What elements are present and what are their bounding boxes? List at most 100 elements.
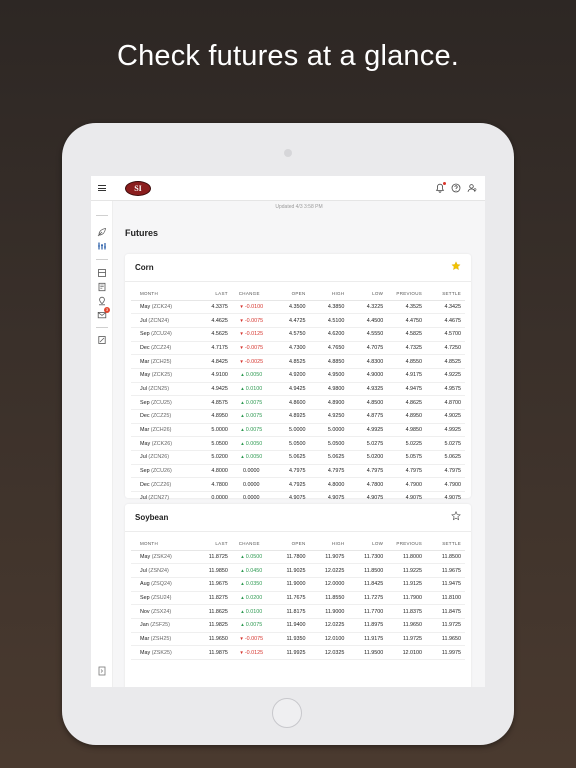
notifications-bell-icon[interactable]: [435, 182, 446, 193]
contract-code: (ZCN24): [148, 317, 170, 324]
last-value: 4.8950: [193, 409, 232, 424]
table-row[interactable]: Sep (ZCU25) 4.8575 ▲0.0075 4.8600 4.8900 4.85…: [131, 395, 465, 410]
open-value: 4.5750: [270, 327, 310, 342]
table-row[interactable]: Sep (ZCU26) 4.8000 0.0000 4.7975 4.7975 4.797…: [131, 464, 465, 479]
contract-month: Jan (ZSF25): [131, 618, 193, 633]
column-header[interactable]: HIGH: [309, 287, 349, 301]
last-value: 4.8000: [193, 464, 232, 479]
table-header-row: MONTH LAST CHANGE OPEN HIGH LOW PREVIOUS SETTLE: [131, 287, 465, 301]
change-value: ▼-0.0075: [231, 341, 271, 356]
table-row[interactable]: Jul (ZCN26) 5.0200 ▲0.0050 5.0625 5.0625 5.02…: [131, 450, 465, 465]
up-arrow-icon: ▲: [240, 622, 245, 628]
corn-futures-table: MONTH LAST CHANGE OPEN HIGH LOW PREVIOUS SETTLE…: [131, 287, 465, 520]
table-row[interactable]: Jul (ZSN24) 11.9850 ▲0.0450 11.9025 12.0225 1…: [131, 563, 465, 578]
last-value: 5.0500: [193, 436, 232, 452]
table-row[interactable]: Mar (ZCH25) 4.8425 ▼-0.0025 4.8525 4.8850 4.8…: [131, 354, 465, 369]
month-label: Sep: [140, 331, 150, 338]
table-row[interactable]: Dec (ZCZ24) 4.7175 ▼-0.0075 4.7300 4.7650 4.7…: [131, 341, 465, 356]
low-value: 11.7300: [348, 550, 388, 565]
sidebar-item-markets-leaf-icon[interactable]: [97, 227, 107, 237]
table-row[interactable]: May (ZSK25) 11.9875 ▼-0.0125 11.9925 12.0325…: [131, 645, 465, 660]
sidebar-collapse-icon[interactable]: [97, 666, 107, 676]
account-icon[interactable]: [467, 183, 477, 193]
previous-value: 11.7900: [387, 591, 427, 606]
contract-month: Sep (ZCU25): [131, 395, 193, 410]
change-number: 0.0050: [245, 454, 263, 461]
settle-value: 4.5700: [426, 327, 465, 342]
change-number: 0.0075: [245, 622, 263, 629]
table-row[interactable]: Sep (ZCU24) 4.5625 ▼-0.0125 4.5750 4.6200 4.5…: [131, 327, 465, 342]
table-row[interactable]: Dec (ZCZ26) 4.7800 0.0000 4.7925 4.8000 4.780…: [131, 477, 465, 493]
sidebar-item-book-icon[interactable]: [97, 282, 107, 292]
column-header[interactable]: OPEN: [270, 537, 310, 551]
settle-value: 5.0625: [426, 450, 465, 465]
last-value: 11.8725: [193, 550, 232, 565]
table-row[interactable]: Nov (ZSX24) 11.8625 ▲0.0100 11.8175 11.9000 1…: [131, 604, 465, 619]
contract-month: Sep (ZSU24): [131, 591, 193, 606]
table-row[interactable]: Jul (ZCN24) 4.4625 ▼-0.0075 4.4725 4.5100 4.4…: [131, 313, 465, 328]
sidebar-item-futures-chart-icon[interactable]: [97, 241, 107, 251]
table-row[interactable]: May (ZCK25) 4.9100 ▲0.0050 4.9200 4.9500 4.90…: [131, 368, 465, 383]
column-header[interactable]: MONTH: [131, 537, 193, 551]
sidebar-item-notes-icon[interactable]: [97, 335, 107, 345]
down-arrow-icon: ▼: [239, 358, 244, 364]
home-button[interactable]: [272, 698, 302, 728]
low-value: 4.4500: [348, 313, 388, 328]
column-header[interactable]: PREVIOUS: [387, 287, 427, 301]
favorite-star-outline-icon[interactable]: [451, 511, 461, 521]
column-header[interactable]: OPEN: [270, 287, 310, 301]
table-row[interactable]: Mar (ZSH25) 11.9650 ▼-0.0075 11.9350 12.0100…: [131, 632, 465, 647]
table-row[interactable]: May (ZSK24) 11.8725 ▲0.0500 11.7800 11.9075 1…: [131, 550, 465, 565]
sidebar-item-location-icon[interactable]: [97, 296, 107, 306]
low-value: 11.9500: [348, 645, 388, 660]
contract-code: (ZSQ24): [151, 581, 172, 588]
previous-value: 5.0575: [387, 450, 427, 465]
contract-month: Jul (ZSN24): [131, 563, 193, 578]
last-value: 11.8275: [193, 591, 232, 606]
column-header[interactable]: LAST: [193, 537, 232, 551]
sidebar-item-inbox-icon[interactable]: [97, 268, 107, 278]
column-header[interactable]: HIGH: [309, 537, 349, 551]
column-header[interactable]: PREVIOUS: [387, 537, 427, 551]
column-header[interactable]: LOW: [348, 287, 388, 301]
contract-code: (ZCK26): [151, 440, 173, 447]
table-row[interactable]: May (ZCK26) 5.0500 ▲0.0050 5.0500 5.0500 5.02…: [131, 436, 465, 452]
low-value: 11.8425: [348, 577, 388, 592]
up-arrow-icon: ▲: [240, 594, 245, 600]
column-header[interactable]: CHANGE: [231, 287, 271, 301]
last-value: 4.3375: [193, 300, 232, 315]
column-header[interactable]: SETTLE: [426, 287, 465, 301]
column-header[interactable]: LAST: [193, 287, 232, 301]
up-arrow-icon: ▲: [240, 608, 245, 614]
change-number: -0.0075: [244, 317, 264, 324]
table-row[interactable]: Sep (ZSU24) 11.8275 ▲0.0200 11.7675 11.8550 1…: [131, 591, 465, 606]
table-row[interactable]: May (ZCK24) 4.3375 ▼-0.0100 4.3500 4.3850 4.3…: [131, 300, 465, 315]
up-arrow-icon: ▲: [240, 567, 245, 573]
change-number: -0.0075: [244, 344, 264, 351]
column-header[interactable]: SETTLE: [426, 537, 465, 551]
table-row[interactable]: Mar (ZCH26) 5.0000 ▲0.0075 5.0000 5.0000 4.99…: [131, 423, 465, 438]
contract-month: May (ZCK26): [131, 436, 193, 452]
page-title: Futures: [125, 228, 159, 238]
previous-value: 4.9475: [387, 382, 427, 397]
last-value: 5.0000: [193, 423, 232, 438]
settle-value: 4.7250: [426, 341, 465, 356]
contract-code: (ZSN24): [148, 567, 169, 574]
table-row[interactable]: Aug (ZSQ24) 11.9675 ▲0.0350 11.9000 12.0000 1…: [131, 577, 465, 592]
previous-value: 4.8550: [387, 354, 427, 369]
open-value: 4.4725: [270, 313, 310, 328]
table-row[interactable]: Jan (ZSF25) 11.9825 ▲0.0075 11.9400 12.0225 1…: [131, 618, 465, 633]
column-header[interactable]: CHANGE: [231, 537, 271, 551]
column-header[interactable]: LOW: [348, 537, 388, 551]
table-row[interactable]: Dec (ZCZ25) 4.8950 ▲0.0075 4.8925 4.9250 4.87…: [131, 409, 465, 424]
help-icon[interactable]: [451, 183, 461, 193]
table-row[interactable]: Jul (ZCN25) 4.9425 ▲0.0100 4.9425 4.9800 4.93…: [131, 382, 465, 397]
month-label: Aug: [140, 581, 150, 588]
brand-logo[interactable]: SI: [125, 181, 151, 196]
month-label: May: [140, 553, 151, 560]
favorite-star-icon[interactable]: [451, 261, 461, 271]
sidebar-divider: [96, 215, 108, 216]
menu-icon[interactable]: [98, 185, 106, 191]
top-bar: SI: [91, 176, 485, 201]
column-header[interactable]: MONTH: [131, 287, 193, 301]
